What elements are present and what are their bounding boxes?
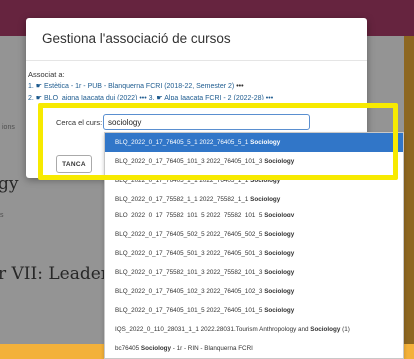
result-match-highlight: Sociology xyxy=(264,269,295,276)
associated-label: Associat a: xyxy=(28,70,65,79)
result-match-highlight: Sociology xyxy=(250,196,281,203)
search-result-item[interactable]: BLQ_2022_0_17_75582_101_5 2022_75582_101… xyxy=(105,209,403,217)
search-result-item[interactable]: bc76405 Sociology - 1r - RIN - Blanquern… xyxy=(105,339,403,358)
annotation-highlight-box xyxy=(38,103,398,180)
dropdown-spacer xyxy=(105,217,403,225)
search-result-item[interactable]: BLQ_2022_0_17_76405_502_5 2022_76405_502… xyxy=(105,225,403,244)
result-course-code: BLQ_2022_0_17_75582_101_5 2022_75582_101… xyxy=(115,212,265,217)
result-suffix: - 1r - RIN - Blanquerna FCRI xyxy=(171,345,253,352)
result-course-code: BLQ_2022_0_17_76405_101_5 2022_76405_101… xyxy=(115,307,265,314)
more-options-icon[interactable]: ••• xyxy=(236,83,243,90)
result-match-highlight: Sociology xyxy=(264,231,295,238)
result-course-code: IQS_2022_0_110_28031_1_1 2022.28031.Tour… xyxy=(115,326,311,333)
search-result-item[interactable]: BLQ_2022_0_17_76405_101_5 2022_76405_101… xyxy=(105,301,403,320)
result-match-highlight: Sociology xyxy=(264,307,295,314)
associated-course-item-partial[interactable]: 2. ☛ BLQ_aigna Iaacata dui (2022) ••• 3.… xyxy=(28,94,340,100)
result-match-highlight: Sociology xyxy=(264,250,295,257)
result-suffix: (1) xyxy=(340,326,350,333)
result-course-code: BLQ_2022_0_17_76405_501_3 2022_76405_501… xyxy=(115,250,265,257)
search-result-item[interactable]: BLQ_2022_0_17_75582_1_1 2022_75582_1_1 S… xyxy=(105,190,403,209)
associated-course-link[interactable]: 1. ☛ Estètica - 1r - PUB - Blanquerna FC… xyxy=(28,83,234,90)
dialog-title: Gestiona l'associació de cursos xyxy=(42,31,231,46)
search-result-item[interactable]: BLQ_2022_0_17_75582_101_3 2022_75582_101… xyxy=(105,263,403,282)
search-result-item[interactable]: BLQ_2022_0_17_76405_102_3 2022_76405_102… xyxy=(105,282,403,301)
result-match-highlight: Sociology xyxy=(264,288,295,295)
result-match-highlight: Sociology xyxy=(264,212,295,217)
result-course-code: BLQ_2022_0_17_76405_102_3 2022_76405_102… xyxy=(115,288,265,295)
dialog-divider xyxy=(26,60,367,61)
result-match-highlight: Sociology xyxy=(310,326,341,333)
result-course-code: BLQ_2022_0_17_76405_502_5 2022_76405_502… xyxy=(115,231,265,238)
result-match-highlight: Sociology xyxy=(140,345,172,352)
search-result-item[interactable]: IQS_2022_0_110_28031_1_1 2022.28031.Tour… xyxy=(105,320,403,339)
associated-course-item[interactable]: 1. ☛ Estètica - 1r - PUB - Blanquerna FC… xyxy=(28,82,244,90)
search-result-item[interactable]: BLQ_2022_0_17_76405_501_3 2022_76405_501… xyxy=(105,244,403,263)
result-course-code: BLQ_2022_0_17_75582_1_1 2022_75582_1_1 xyxy=(115,196,251,203)
result-course-code: bc76405 xyxy=(115,345,141,352)
result-course-code: BLQ_2022_0_17_75582_101_3 2022_75582_101… xyxy=(115,269,265,276)
